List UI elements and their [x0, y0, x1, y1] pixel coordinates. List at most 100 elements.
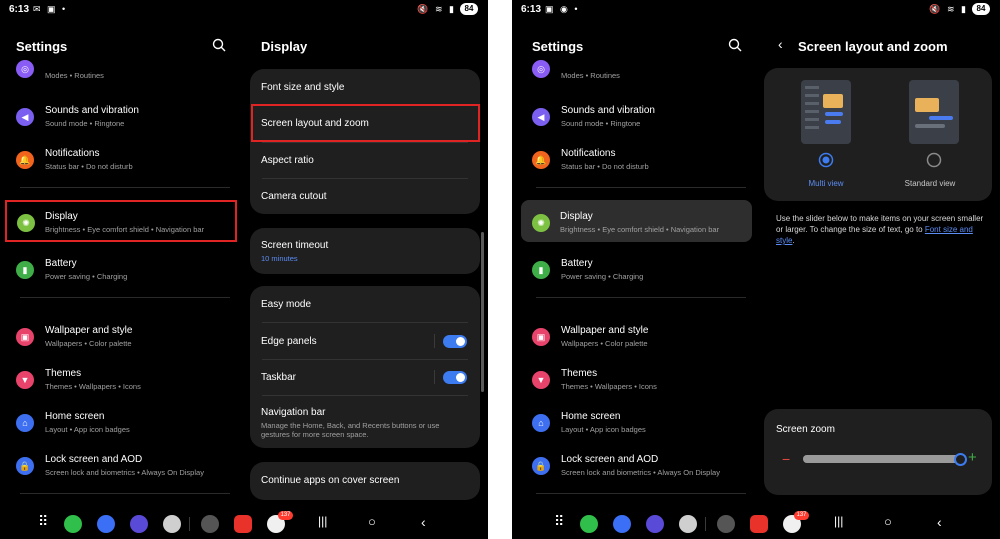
settings-item-sub: Power saving • Charging: [45, 272, 128, 281]
phone-app-icon[interactable]: [64, 515, 82, 533]
row-easy-mode[interactable]: Easy mode: [261, 299, 311, 310]
dock-separator: [705, 517, 706, 531]
settings-item-notifications[interactable]: 🔔 Notifications Status bar • Do not dist…: [0, 143, 240, 183]
settings-app-icon[interactable]: [717, 515, 735, 533]
row-edge-panels[interactable]: Edge panels: [261, 336, 317, 347]
zoom-slider-fill: [803, 455, 960, 463]
back-arrow-icon[interactable]: ‹: [778, 36, 783, 52]
settings-item-themes[interactable]: ▼ Themes Themes • Wallpapers • Icons: [0, 363, 240, 403]
left-phone-screen: 6:13 ✉ ▣ • 🔇 ≋ ▮ 84 Settings ◎ Modes • R…: [0, 0, 488, 539]
display-card-2: [250, 228, 480, 274]
row-screen-timeout[interactable]: Screen timeout: [261, 240, 328, 251]
settings-item-label: Home screen: [561, 411, 621, 422]
plus-icon[interactable]: +: [968, 449, 977, 466]
search-icon[interactable]: [212, 38, 226, 52]
zoom-slider-thumb[interactable]: [953, 452, 967, 466]
settings-item-battery[interactable]: ▮ Battery Power saving • Charging: [516, 253, 756, 293]
settings-item-label: Notifications: [45, 148, 100, 159]
modes-icon: ◎: [532, 60, 550, 78]
themes-icon: ▼: [16, 371, 34, 389]
preview-bubble: [929, 116, 953, 120]
themes-icon: ▼: [532, 371, 550, 389]
multi-view-radio[interactable]: [818, 152, 834, 168]
standard-view-radio[interactable]: [926, 152, 942, 168]
settings-item-display[interactable]: ✺ Display Brightness • Eye comfort shiel…: [522, 209, 750, 249]
screen-timeout-value: 10 minutes: [261, 254, 298, 263]
home-button[interactable]: ○: [368, 514, 376, 529]
minus-icon[interactable]: −: [782, 451, 790, 467]
settings-item-sounds[interactable]: ◀ Sounds and vibration Sound mode • Ring…: [516, 100, 756, 140]
row-continue-apps-cover[interactable]: Continue apps on cover screen: [261, 475, 399, 486]
camera-app-icon[interactable]: [163, 515, 181, 533]
settings-item-themes[interactable]: ▼ Themes Themes • Wallpapers • Icons: [516, 363, 756, 403]
settings-item-sub: Sound mode • Ringtone: [45, 119, 125, 128]
app-drawer-icon[interactable]: ⠿: [38, 513, 48, 530]
status-bar: 6:13 ▣ ◉ • 🔇 ≋ ▮ 84: [512, 0, 1000, 20]
settings-item-label: Battery: [561, 258, 593, 269]
settings-item-battery[interactable]: ▮ Battery Power saving • Charging: [0, 253, 240, 293]
preview-bubble: [825, 112, 843, 116]
preview-bubble: [915, 124, 945, 128]
recents-button[interactable]: |||: [834, 514, 843, 528]
standard-view-label: Standard view: [904, 179, 956, 188]
settings-title: Settings: [16, 39, 68, 54]
notes-app-icon[interactable]: [750, 515, 768, 533]
settings-item-lock-screen[interactable]: 🔒 Lock screen and AOD Screen lock and bi…: [0, 449, 240, 489]
internet-app-icon[interactable]: [646, 515, 664, 533]
settings-item-modes[interactable]: ◎ Modes • Routines: [0, 56, 240, 96]
settings-title: Settings: [532, 39, 584, 54]
recents-button[interactable]: |||: [318, 514, 327, 528]
battery-settings-icon: ▮: [16, 261, 34, 279]
highlight-box-screen-layout: [251, 104, 480, 142]
preview-list: [805, 86, 819, 130]
standard-view-preview[interactable]: [909, 80, 959, 144]
wallpaper-icon: ▣: [16, 328, 34, 346]
settings-item-modes[interactable]: ◎ Modes • Routines: [516, 56, 756, 96]
screen-zoom-card: [764, 409, 992, 495]
messages-app-icon[interactable]: [613, 515, 631, 533]
settings-item-home-screen[interactable]: ⌂ Home screen Layout • App icon badges: [516, 406, 756, 446]
back-button[interactable]: ‹: [421, 514, 426, 530]
settings-item-sub: Brightness • Eye comfort shield • Naviga…: [560, 225, 720, 234]
camera-app-icon[interactable]: [679, 515, 697, 533]
messages-app-icon[interactable]: [97, 515, 115, 533]
settings-item-wallpaper[interactable]: ▣ Wallpaper and style Wallpapers • Color…: [516, 320, 756, 360]
edge-panels-toggle[interactable]: [443, 335, 467, 348]
row-font-size[interactable]: Font size and style: [261, 82, 344, 93]
row-camera-cutout[interactable]: Camera cutout: [261, 191, 327, 202]
back-button[interactable]: ‹: [937, 514, 942, 530]
settings-item-sub: Status bar • Do not disturb: [561, 162, 649, 171]
divider: [262, 178, 468, 179]
battery-settings-icon: ▮: [532, 261, 550, 279]
phone-app-icon[interactable]: [580, 515, 598, 533]
settings-item-label: Battery: [45, 258, 77, 269]
settings-item-sounds[interactable]: ◀ Sounds and vibration Sound mode • Ring…: [0, 100, 240, 140]
row-aspect-ratio[interactable]: Aspect ratio: [261, 155, 314, 166]
multi-view-preview[interactable]: [801, 80, 851, 144]
right-phone-screen: 6:13 ▣ ◉ • 🔇 ≋ ▮ 84 Settings ◎ Modes • R…: [512, 0, 1000, 539]
app-drawer-icon[interactable]: ⠿: [554, 513, 564, 530]
home-button[interactable]: ○: [884, 514, 892, 529]
settings-item-home-screen[interactable]: ⌂ Home screen Layout • App icon badges: [0, 406, 240, 446]
settings-item-sub: Screen lock and biometrics • Always On D…: [45, 468, 204, 477]
settings-item-sub: Themes • Wallpapers • Icons: [561, 382, 657, 391]
notes-app-icon[interactable]: [234, 515, 252, 533]
settings-item-sub: Status bar • Do not disturb: [45, 162, 133, 171]
internet-app-icon[interactable]: [130, 515, 148, 533]
search-icon[interactable]: [728, 38, 742, 52]
row-taskbar[interactable]: Taskbar: [261, 372, 296, 383]
row-navigation-bar[interactable]: Navigation bar: [261, 407, 325, 418]
taskbar-toggle[interactable]: [443, 371, 467, 384]
settings-item-lock-screen[interactable]: 🔒 Lock screen and AOD Screen lock and bi…: [516, 449, 756, 489]
settings-item-sub: Wallpapers • Color palette: [45, 339, 132, 348]
speaker-icon: ◀: [16, 108, 34, 126]
settings-item-label: Sounds and vibration: [561, 105, 655, 116]
settings-item-wallpaper[interactable]: ▣ Wallpaper and style Wallpapers • Color…: [0, 320, 240, 360]
settings-item-notifications[interactable]: 🔔 Notifications Status bar • Do not dist…: [516, 143, 756, 183]
scrollbar[interactable]: [481, 232, 484, 392]
zoom-slider-track[interactable]: [803, 452, 967, 466]
dock-separator: [189, 517, 190, 531]
status-time: 6:13: [521, 4, 542, 15]
settings-item-label: Sounds and vibration: [45, 105, 139, 116]
settings-app-icon[interactable]: [201, 515, 219, 533]
